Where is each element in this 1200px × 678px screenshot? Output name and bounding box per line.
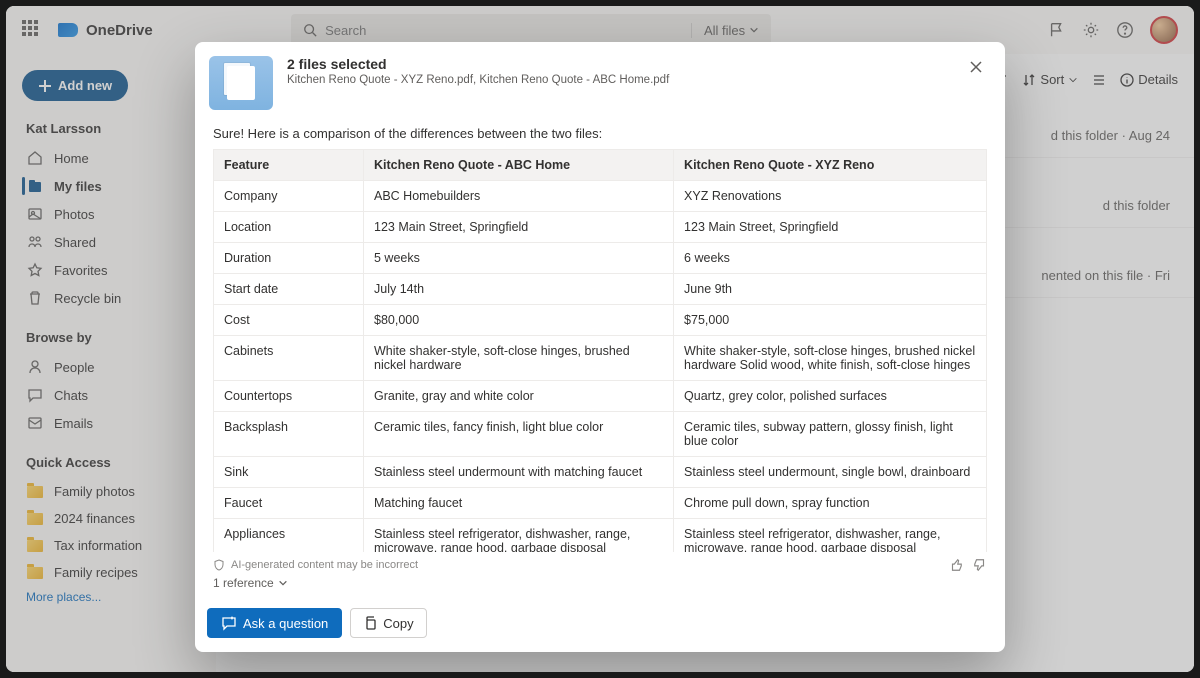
table-cell: 123 Main Street, Springfield [674, 212, 987, 243]
table-cell: $75,000 [674, 305, 987, 336]
shield-icon [213, 559, 225, 571]
table-row: FaucetMatching faucetChrome pull down, s… [214, 488, 987, 519]
table-cell: 5 weeks [364, 243, 674, 274]
table-cell: Duration [214, 243, 364, 274]
close-icon [969, 60, 983, 74]
copy-label: Copy [383, 616, 413, 631]
th-col2: Kitchen Reno Quote - XYZ Reno [674, 150, 987, 181]
modal-body[interactable]: Sure! Here is a comparison of the differ… [195, 120, 1005, 552]
table-cell: Location [214, 212, 364, 243]
thumbs-up-icon [949, 558, 963, 572]
table-row: BacksplashCeramic tiles, fancy finish, l… [214, 412, 987, 457]
ai-disclaimer: AI-generated content may be incorrect [231, 559, 418, 571]
table-cell: White shaker-style, soft-close hinges, b… [364, 336, 674, 381]
close-button[interactable] [965, 56, 987, 78]
table-row: Start dateJuly 14thJune 9th [214, 274, 987, 305]
table-row: Cost$80,000$75,000 [214, 305, 987, 336]
th-col1: Kitchen Reno Quote - ABC Home [364, 150, 674, 181]
ask-question-button[interactable]: Ask a question [207, 608, 342, 638]
table-cell: XYZ Renovations [674, 181, 987, 212]
table-row: AppliancesStainless steel refrigerator, … [214, 519, 987, 553]
table-cell: Stainless steel refrigerator, dishwasher… [364, 519, 674, 553]
copilot-modal: 2 files selected Kitchen Reno Quote - XY… [195, 42, 1005, 652]
table-row: CompanyABC HomebuildersXYZ Renovations [214, 181, 987, 212]
copy-icon [363, 616, 377, 630]
modal-title: 2 files selected [287, 56, 951, 72]
table-cell: Stainless steel undermount, single bowl,… [674, 457, 987, 488]
table-cell: White shaker-style, soft-close hinges, b… [674, 336, 987, 381]
table-cell: July 14th [364, 274, 674, 305]
reference-toggle[interactable]: 1 reference [195, 574, 1005, 600]
table-cell: Stainless steel undermount with matching… [364, 457, 674, 488]
table-cell: Granite, gray and white color [364, 381, 674, 412]
intro-text: Sure! Here is a comparison of the differ… [213, 120, 987, 149]
table-cell: ABC Homebuilders [364, 181, 674, 212]
modal-subtitle: Kitchen Reno Quote - XYZ Reno.pdf, Kitch… [287, 74, 951, 86]
chevron-down-icon [278, 578, 288, 588]
reference-label: 1 reference [213, 576, 274, 590]
thumbs-down-icon [973, 558, 987, 572]
table-cell: 123 Main Street, Springfield [364, 212, 674, 243]
table-cell: $80,000 [364, 305, 674, 336]
table-cell: Faucet [214, 488, 364, 519]
file-badge-icon [209, 56, 273, 110]
table-cell: Chrome pull down, spray function [674, 488, 987, 519]
table-row: CabinetsWhite shaker-style, soft-close h… [214, 336, 987, 381]
copy-button[interactable]: Copy [350, 608, 426, 638]
table-row: Duration5 weeks6 weeks [214, 243, 987, 274]
table-cell: 6 weeks [674, 243, 987, 274]
comparison-table: Feature Kitchen Reno Quote - ABC Home Ki… [213, 149, 987, 552]
table-cell: Matching faucet [364, 488, 674, 519]
table-row: CountertopsGranite, gray and white color… [214, 381, 987, 412]
table-cell: Quartz, grey color, polished surfaces [674, 381, 987, 412]
table-cell: Appliances [214, 519, 364, 553]
table-cell: Backsplash [214, 412, 364, 457]
modal-overlay: 2 files selected Kitchen Reno Quote - XY… [6, 6, 1194, 672]
table-row: SinkStainless steel undermount with matc… [214, 457, 987, 488]
table-cell: Company [214, 181, 364, 212]
table-cell: June 9th [674, 274, 987, 305]
table-cell: Start date [214, 274, 364, 305]
table-cell: Cabinets [214, 336, 364, 381]
table-cell: Stainless steel refrigerator, dishwasher… [674, 519, 987, 553]
table-cell: Cost [214, 305, 364, 336]
table-cell: Ceramic tiles, fancy finish, light blue … [364, 412, 674, 457]
table-cell: Countertops [214, 381, 364, 412]
table-cell: Sink [214, 457, 364, 488]
th-feature: Feature [214, 150, 364, 181]
ask-label: Ask a question [243, 616, 328, 631]
sparkle-chat-icon [221, 615, 237, 631]
table-cell: Ceramic tiles, subway pattern, glossy fi… [674, 412, 987, 457]
thumbs-down-button[interactable] [973, 558, 987, 572]
thumbs-up-button[interactable] [949, 558, 963, 572]
table-row: Location123 Main Street, Springfield123 … [214, 212, 987, 243]
